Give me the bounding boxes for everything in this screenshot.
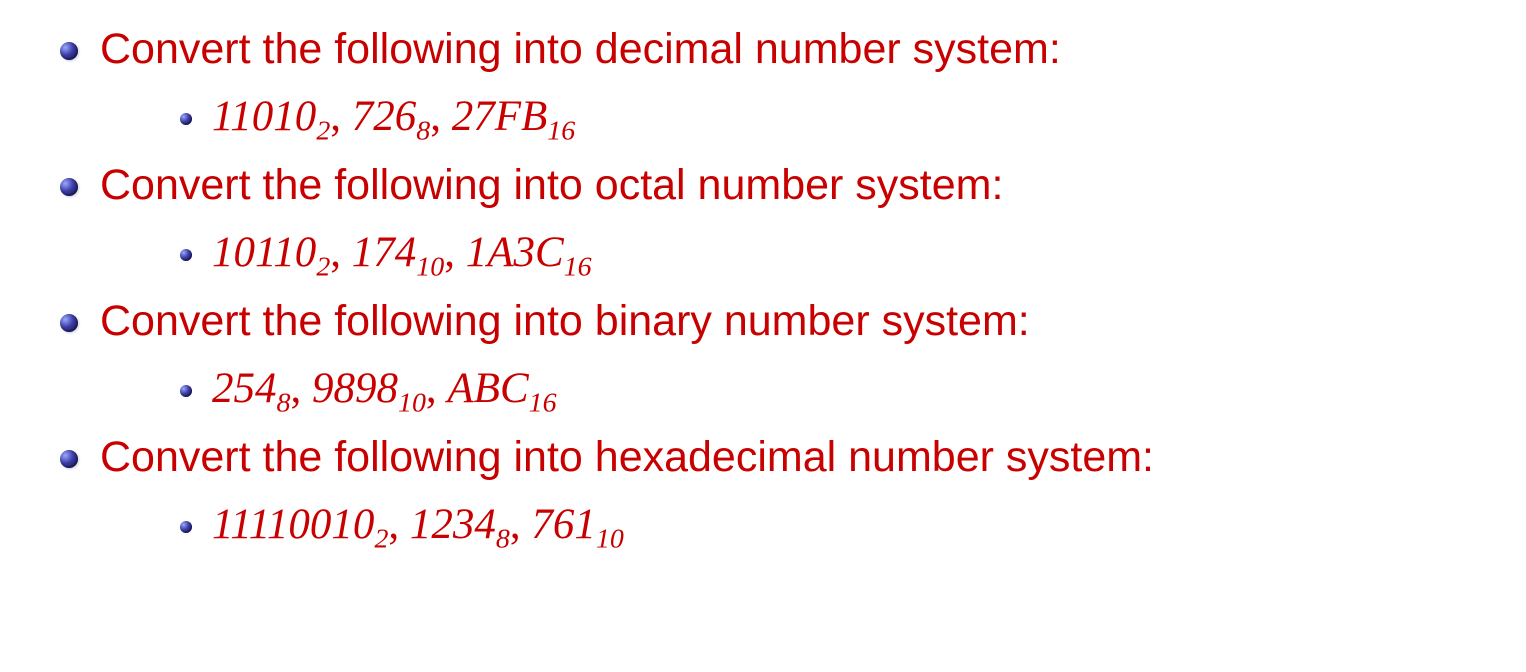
list-item: Convert the following into hexadecimal n…: [60, 428, 1486, 486]
value-num: 761: [531, 501, 596, 548]
bullet-icon: [60, 178, 78, 196]
value-num: 11010: [212, 93, 316, 140]
value-base: 2: [374, 524, 388, 555]
list-item: Convert the following into binary number…: [60, 292, 1486, 350]
value-num: ABC: [447, 365, 528, 412]
item-values: 111100102, 12348, 76110: [212, 496, 1486, 554]
value-base: 16: [547, 116, 575, 147]
list-sub-item: 101102, 17410, 1A3C16: [180, 224, 1486, 282]
list-item: Convert the following into decimal numbe…: [60, 20, 1486, 78]
value-num: 11110010: [212, 501, 374, 548]
item-values: 110102, 7268, 27FB16: [212, 88, 1486, 146]
value-base: 8: [277, 388, 291, 419]
item-title: Convert the following into binary number…: [100, 292, 1486, 350]
value-num: 10110: [212, 229, 316, 276]
item-title: Convert the following into octal number …: [100, 156, 1486, 214]
list-sub-item: 110102, 7268, 27FB16: [180, 88, 1486, 146]
bullet-icon: [60, 42, 78, 60]
slide-content: Convert the following into decimal numbe…: [0, 0, 1526, 584]
item-values: 101102, 17410, 1A3C16: [212, 224, 1486, 282]
bullet-icon: [180, 249, 192, 261]
value-num: 254: [212, 365, 277, 412]
value-base: 2: [316, 252, 330, 283]
item-values: 2548, 989810, ABC16: [212, 360, 1486, 418]
value-base: 16: [529, 388, 557, 419]
item-title: Convert the following into decimal numbe…: [100, 20, 1486, 78]
value-base: 8: [416, 116, 430, 147]
item-title: Convert the following into hexadecimal n…: [100, 428, 1486, 486]
value-num: 1A3C: [466, 229, 564, 276]
value-base: 16: [564, 252, 592, 283]
list-item: Convert the following into octal number …: [60, 156, 1486, 214]
value-num: 1234: [410, 501, 496, 548]
bullet-icon: [180, 521, 192, 533]
value-base: 10: [416, 252, 444, 283]
value-base: 10: [596, 524, 624, 555]
value-num: 9898: [312, 365, 398, 412]
value-base: 2: [316, 116, 330, 147]
list-sub-item: 2548, 989810, ABC16: [180, 360, 1486, 418]
bullet-icon: [180, 113, 192, 125]
value-num: 27FB: [452, 93, 548, 140]
list-sub-item: 111100102, 12348, 76110: [180, 496, 1486, 554]
value-num: 726: [352, 93, 417, 140]
bullet-icon: [180, 385, 192, 397]
bullet-icon: [60, 314, 78, 332]
value-num: 174: [352, 229, 417, 276]
value-base: 8: [496, 524, 510, 555]
value-base: 10: [398, 388, 426, 419]
bullet-icon: [60, 450, 78, 468]
